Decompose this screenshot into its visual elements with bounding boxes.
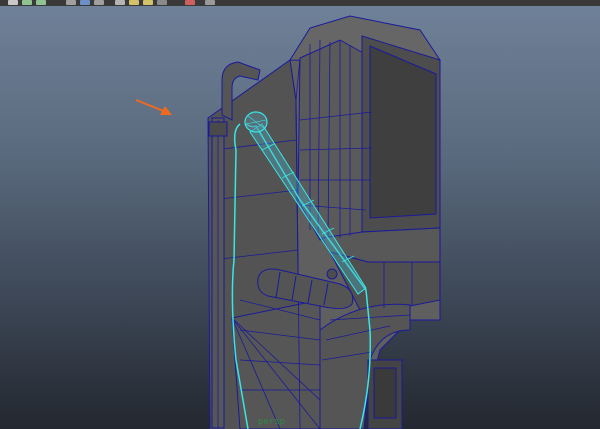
lighting-icon-3[interactable] [143, 0, 153, 5]
perspective-viewport[interactable]: persp [0, 6, 600, 429]
scene-canvas[interactable] [0, 6, 600, 429]
maya-app: persp [0, 0, 600, 429]
shelf-icon-1[interactable] [8, 0, 18, 5]
shelf-icon-3[interactable] [36, 0, 46, 5]
camera-icon[interactable] [157, 0, 167, 5]
coin-slot [373, 367, 397, 419]
screen-panel [369, 45, 437, 219]
lighting-icon-1[interactable] [115, 0, 125, 5]
display-mode-icon-3[interactable] [94, 0, 104, 5]
isolate-icon[interactable] [185, 0, 195, 5]
shelf-icon-2[interactable] [22, 0, 32, 5]
lighting-icon-2[interactable] [129, 0, 139, 5]
xray-icon[interactable] [205, 0, 215, 5]
display-mode-icon-1[interactable] [66, 0, 76, 5]
pipe-clamp [208, 121, 228, 137]
display-mode-icon-2[interactable] [80, 0, 90, 5]
viewport-camera-label: persp [258, 417, 286, 427]
annotation-arrow-icon [135, 99, 172, 115]
